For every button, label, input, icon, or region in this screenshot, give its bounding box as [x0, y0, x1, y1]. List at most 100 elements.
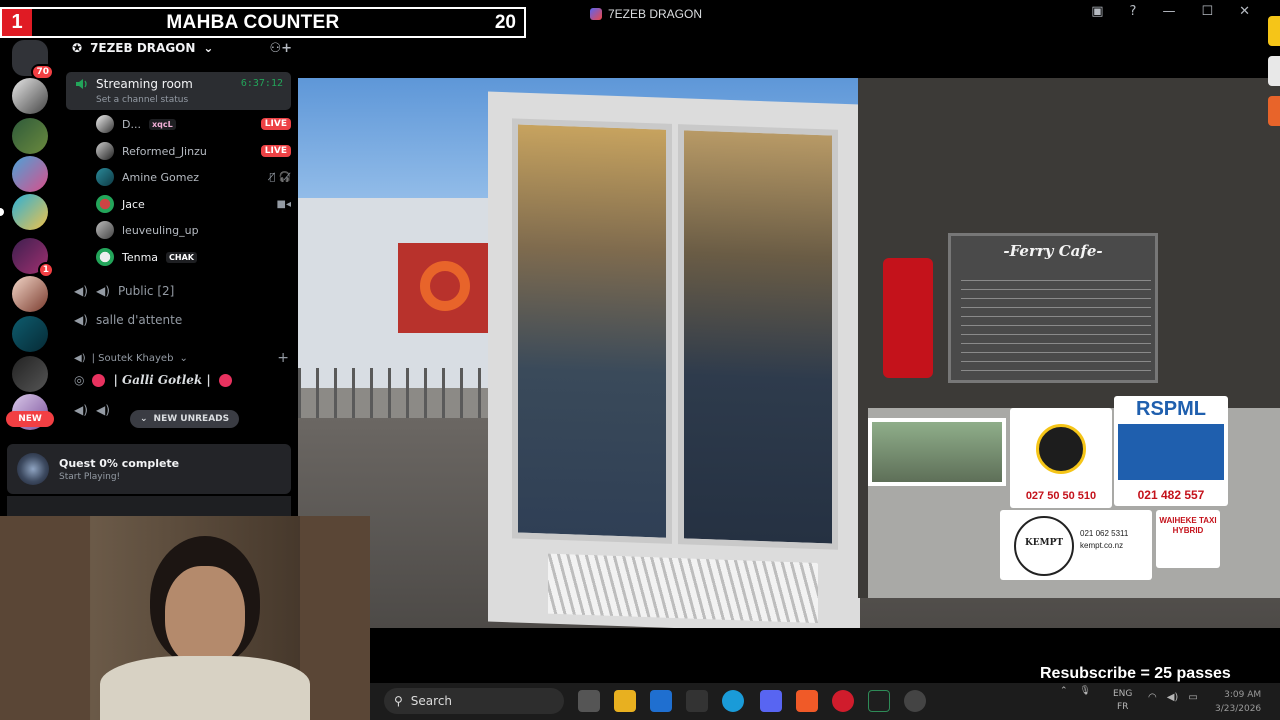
category-soutek-khayeb[interactable]: ◀) | Soutek Khayeb ⌄ +	[74, 350, 289, 366]
app-icon[interactable]	[686, 690, 708, 712]
avatar	[96, 248, 114, 266]
muted-deafened-icon: 🎙̸ 🎧̸	[269, 171, 291, 183]
server-name: 7EZEB DRAGON	[90, 41, 196, 55]
webcam-overlay	[0, 516, 370, 720]
avatar	[96, 195, 114, 213]
red-dot-icon	[218, 373, 232, 387]
voice-channel-waiting[interactable]: ◀) salle d'attente	[74, 311, 182, 329]
fridge-door	[678, 124, 838, 550]
server-icon[interactable]	[12, 194, 48, 230]
kempt-title: KEMPT	[1024, 538, 1064, 548]
curtain	[0, 516, 90, 720]
fridge-door	[512, 118, 672, 544]
task-view-icon[interactable]	[578, 690, 600, 712]
menu-lines	[961, 272, 1151, 372]
lang-top: ENG	[1113, 689, 1133, 699]
voice-timer: 6:37:12	[240, 78, 283, 89]
store-icon[interactable]	[650, 690, 672, 712]
terminal-icon[interactable]	[868, 690, 890, 712]
chevron-up-icon[interactable]: ⌃	[1060, 686, 1068, 696]
curtain	[300, 516, 370, 720]
new-unreads-button[interactable]: ⌄ NEW UNREADS	[130, 410, 240, 428]
user-name: D...	[122, 117, 141, 131]
voice-channel-public[interactable]: ◀) ◀) Public [2]	[74, 282, 174, 300]
channel-name: salle d'attente	[96, 313, 183, 327]
opera-icon[interactable]	[832, 690, 854, 712]
mic-icon[interactable]: 🎙	[1080, 686, 1091, 696]
add-channel-icon[interactable]: +	[277, 350, 289, 366]
quest-orb-icon	[17, 453, 49, 485]
user-tag: xqcL	[148, 118, 176, 130]
close-button[interactable]: ✕	[1239, 4, 1250, 19]
server-icon[interactable]: 1	[12, 238, 54, 278]
rspml-phone: 021 482 557	[1137, 488, 1205, 502]
window-title-text: 7EZEB DRAGON	[608, 7, 703, 21]
server-icon[interactable]	[12, 156, 48, 192]
speaker-icon: ◀)	[74, 284, 88, 298]
voice-user[interactable]: Tenma CHAK	[96, 248, 291, 266]
clock[interactable]: 3:09 AM 3/23/2026	[1215, 688, 1261, 716]
help-icon[interactable]: ?	[1130, 4, 1137, 19]
voice-user[interactable]: Amine Gomez 🎙̸ 🎧̸	[96, 168, 291, 186]
person-face	[165, 566, 245, 666]
person-shirt	[100, 656, 310, 720]
chevron-down-icon: ⌄	[179, 352, 188, 364]
wifi-icon[interactable]: ◠	[1148, 692, 1157, 703]
server-icon[interactable]	[12, 316, 48, 352]
kempt-sticker: KEMPT 021 062 5311 kempt.co.nz	[1000, 510, 1152, 580]
speaker-icon: ◀)	[74, 352, 86, 364]
speaker-icon: ◀)	[74, 403, 88, 417]
fridge-grille	[548, 553, 818, 624]
category-name: | Soutek Khayeb	[91, 352, 174, 364]
battery-icon[interactable]: ▭	[1188, 692, 1197, 703]
quest-banner[interactable]: Quest 0% complete Start Playing!	[7, 444, 291, 494]
obs-icon[interactable]	[904, 690, 926, 712]
taxi-sticker: 027 50 50 510	[1010, 408, 1112, 508]
inbox-icon[interactable]: ▣	[1091, 4, 1103, 19]
speaker-icon: ◀)	[74, 313, 88, 327]
counter-value: 20	[494, 11, 516, 33]
voice-user[interactable]: D... xqcL LIVE	[96, 115, 291, 133]
selected-indicator	[0, 208, 4, 216]
system-tray: ⌃ 🎙	[1060, 686, 1091, 696]
side-button[interactable]	[1268, 56, 1280, 86]
voice-user[interactable]: leuveuling_up	[96, 221, 291, 239]
add-user-icon[interactable]: ⚇+	[269, 41, 292, 56]
server-icon[interactable]	[12, 118, 48, 154]
side-button[interactable]	[1268, 16, 1280, 46]
window-controls: ▣ ? — ☐ ✕	[1091, 4, 1250, 19]
channel-name: | Galli Gotlek |	[113, 373, 211, 387]
voice-user[interactable]: Jace ■◂	[96, 195, 291, 213]
server-icon[interactable]	[12, 356, 48, 392]
stage-channel-galli[interactable]: ◎ | Galli Gotlek |	[74, 373, 232, 387]
side-button[interactable]	[1268, 96, 1280, 126]
time: 3:09 AM	[1224, 690, 1262, 700]
server-icon[interactable]	[12, 78, 48, 114]
server-icon[interactable]	[12, 276, 48, 312]
chevron-down-icon: ⌄	[140, 414, 148, 424]
avatar	[96, 142, 114, 160]
voice-user[interactable]: Reformed_Jinzu LIVE	[96, 142, 291, 160]
voice-channel-streaming-room[interactable]: Streaming room Set a channel status 6:37…	[66, 72, 291, 110]
voice-channel-partial[interactable]: ◀) ◀)	[74, 401, 110, 419]
discord-icon[interactable]	[760, 690, 782, 712]
edge-icon[interactable]	[722, 690, 744, 712]
file-explorer-icon[interactable]	[614, 690, 636, 712]
volume-icon[interactable]: ◀)	[1167, 692, 1179, 703]
minimize-button[interactable]: —	[1162, 4, 1175, 19]
user-name: Tenma	[122, 250, 159, 264]
avatar	[96, 168, 114, 186]
server-header[interactable]: ✪ 7EZEB DRAGON ⌄ ⚇+	[72, 40, 292, 56]
direct-messages-icon[interactable]: 70	[12, 40, 54, 80]
brave-icon[interactable]	[796, 690, 818, 712]
kempt-info: 021 062 5311 kempt.co.nz	[1080, 528, 1128, 552]
server-icon: ✪	[72, 41, 83, 55]
taskbar-search[interactable]: ⚲ Search	[384, 688, 564, 714]
avatar	[96, 115, 114, 133]
new-badge[interactable]: NEW	[6, 411, 54, 427]
language-indicator[interactable]: ENG FR	[1113, 688, 1132, 714]
red-jug	[883, 258, 933, 378]
channel-status[interactable]: Set a channel status	[96, 95, 188, 105]
maximize-button[interactable]: ☐	[1201, 4, 1213, 19]
poster	[868, 418, 1006, 486]
